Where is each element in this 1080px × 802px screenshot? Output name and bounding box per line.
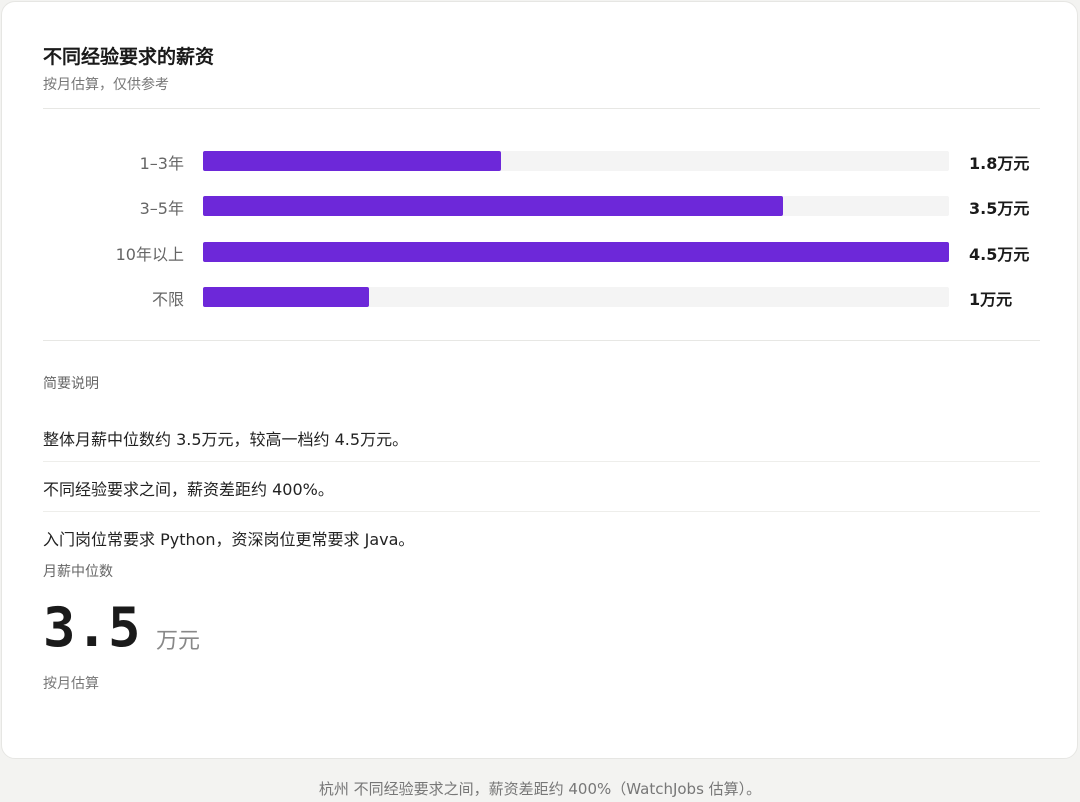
bar-track — [203, 286, 949, 307]
bar-value-label: 1.8万元 — [969, 154, 1030, 173]
bar-value-label: 1万元 — [969, 289, 1013, 309]
metric-label: 月薪中位数 — [43, 564, 113, 580]
note-divider-2 — [43, 511, 1040, 512]
bar — [203, 151, 502, 171]
header-divider — [43, 108, 1040, 109]
metric-value: 3.5 — [43, 596, 141, 659]
note-divider-1 — [43, 461, 1040, 462]
card-title: 不同经验要求的薪资 — [43, 46, 215, 68]
notes-label: 简要说明 — [43, 376, 99, 392]
bar-track — [203, 151, 949, 171]
bar-category-label: 10年以上 — [115, 244, 184, 264]
note-item-1: 整体月薪中位数约 3.5万元，较高一档约 4.5万元。 — [43, 430, 409, 449]
bar-value-label: 3.5万元 — [969, 199, 1030, 219]
bar-track — [203, 241, 949, 262]
bar — [203, 196, 784, 217]
bar-category-label: 1–3年 — [139, 154, 184, 173]
footer-caption: 杭州 不同经验要求之间，薪资差距约 400%（WatchJobs 估算）。 — [318, 780, 762, 798]
bar-track — [203, 196, 949, 217]
metric-unit: 万元 — [156, 629, 201, 654]
bar-value-label: 4.5万元 — [969, 244, 1030, 264]
note-item-3: 入门岗位常要求 Python，资深岗位更常要求 Java。 — [43, 530, 415, 549]
note-item-2: 不同经验要求之间，薪资差距约 400%。 — [43, 480, 334, 499]
salary-card: 不同经验要求的薪资 按月估算，仅供参考 1–3年 1.8万元 3–5年 3.5万元 10… — [1, 1, 1078, 759]
bar-category-label: 3–5年 — [139, 199, 184, 219]
card-subtitle: 按月估算，仅供参考 — [43, 77, 169, 93]
metric-note: 按月估算 — [43, 676, 99, 692]
bar — [203, 241, 949, 262]
bar — [203, 286, 369, 307]
chart-divider — [43, 340, 1040, 341]
bar-category-label: 不限 — [151, 289, 184, 309]
